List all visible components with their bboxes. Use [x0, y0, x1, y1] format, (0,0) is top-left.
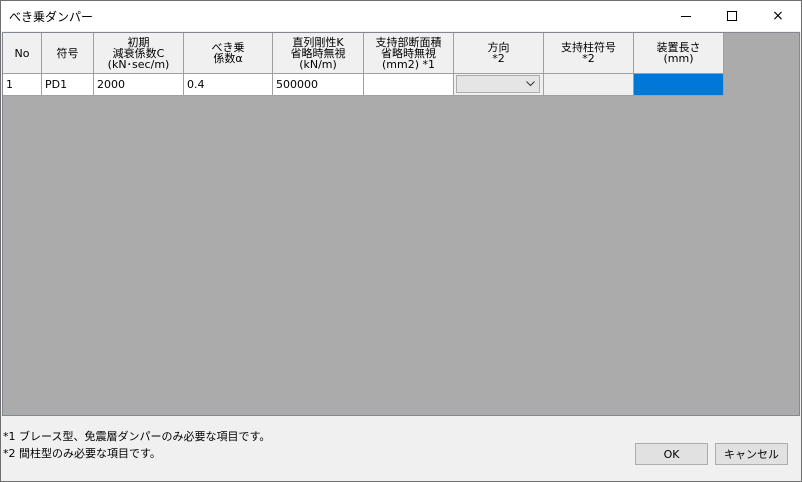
header-stiffness[interactable]: 直列剛性K 省略時無視 (kN/m): [273, 33, 364, 74]
header-damping[interactable]: 初期 減衰係数C (kN･sec/m): [94, 33, 184, 74]
direction-dropdown[interactable]: [456, 75, 540, 93]
maximize-icon: [727, 11, 737, 21]
cell-column-symbol[interactable]: [544, 74, 634, 96]
note-1: *1 ブレース型、免震層ダンパーのみ必要な項目です。: [3, 430, 271, 443]
close-button[interactable]: ×: [755, 1, 801, 31]
ok-button[interactable]: OK: [635, 443, 708, 465]
cell-no[interactable]: 1: [3, 74, 42, 96]
minimize-icon: [681, 15, 691, 17]
header-alpha[interactable]: べき乗 係数α: [184, 33, 273, 74]
data-grid: No 符号 初期 減衰係数C (kN･sec/m) べき乗 係数α 直列剛性K …: [2, 32, 800, 416]
maximize-button[interactable]: [709, 1, 755, 31]
cell-length[interactable]: [634, 74, 724, 96]
header-symbol[interactable]: 符号: [42, 33, 94, 74]
header-length[interactable]: 装置長さ (mm): [634, 33, 724, 74]
header-no[interactable]: No: [3, 33, 42, 74]
close-icon: ×: [772, 8, 784, 24]
title-bar: べき乗ダンパー ×: [1, 1, 801, 31]
header-column-symbol[interactable]: 支持柱符号 *2: [544, 33, 634, 74]
cell-alpha[interactable]: 0.4: [184, 74, 273, 96]
note-2: *2 間柱型のみ必要な項目です。: [3, 447, 161, 460]
minimize-button[interactable]: [663, 1, 709, 31]
dialog-window: べき乗ダンパー × No 符号 初期 減衰係数C (kN･sec/m) べき乗 …: [0, 0, 802, 482]
cell-damping[interactable]: 2000: [94, 74, 184, 96]
window-title: べき乗ダンパー: [9, 10, 94, 24]
cell-area[interactable]: [364, 74, 454, 96]
chevron-down-icon[interactable]: [522, 76, 539, 92]
cancel-button[interactable]: キャンセル: [715, 443, 788, 465]
cell-symbol[interactable]: PD1: [42, 74, 94, 96]
cell-stiffness[interactable]: 500000: [273, 74, 364, 96]
header-direction[interactable]: 方向 *2: [454, 33, 544, 74]
header-area[interactable]: 支持部断面積 省略時無視 (mm2) *1: [364, 33, 454, 74]
cell-direction[interactable]: [454, 74, 544, 96]
